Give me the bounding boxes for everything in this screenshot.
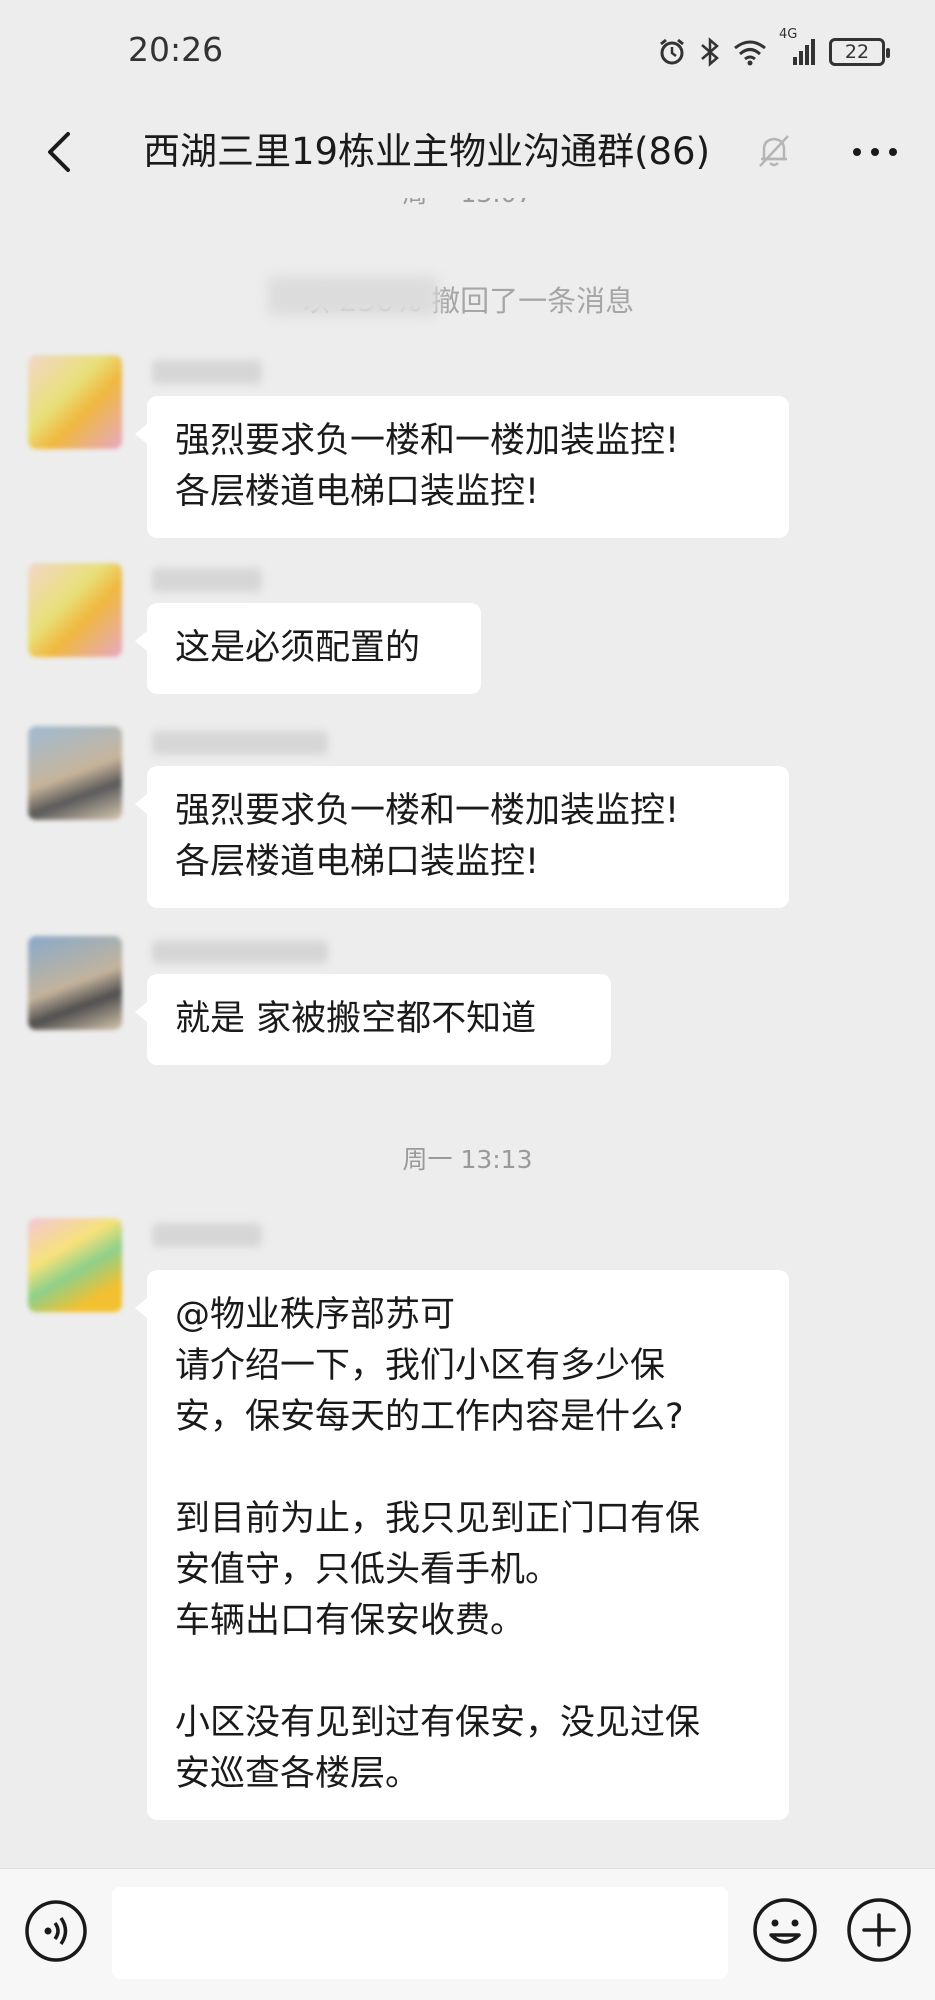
- chat-area[interactable]: 周一 13:07 以 250% 撤回了一条消息 强烈要求负一楼和一楼加装监控! …: [0, 198, 935, 1868]
- title-bar: 西湖三里19栋业主物业沟通群(86): [0, 108, 935, 198]
- voice-button[interactable]: [24, 1899, 88, 1963]
- sender-name: [152, 731, 328, 755]
- sender-name: [152, 360, 262, 384]
- wifi-icon: [733, 38, 767, 66]
- message-bubble[interactable]: @物业秩序部苏可 请介绍一下，我们小区有多少保 安，保安每天的工作内容是什么? …: [135, 1270, 789, 1820]
- bell-off-icon: [756, 132, 792, 174]
- network-label: 4G: [779, 27, 798, 42]
- sender-name: [152, 940, 328, 964]
- message-bubble[interactable]: 就是 家被搬空都不知道: [135, 974, 611, 1065]
- avatar[interactable]: [28, 936, 122, 1030]
- input-bar: [0, 1868, 935, 2000]
- redacted-name: [268, 276, 438, 316]
- status-icons: 4G 22: [657, 27, 890, 68]
- avatar[interactable]: [28, 1218, 122, 1312]
- chevron-left-icon: [48, 132, 70, 172]
- alarm-icon: [657, 37, 687, 67]
- sender-name: [152, 1223, 262, 1247]
- battery-indicator: 22: [829, 38, 890, 66]
- bluetooth-icon: [699, 36, 721, 68]
- message-input[interactable]: [112, 1887, 728, 1979]
- timestamp: 周一 13:13: [402, 1145, 533, 1174]
- system-message-recalled: 以 250% 撤回了一条消息: [300, 284, 635, 318]
- avatar[interactable]: [28, 355, 122, 449]
- status-bar: 20:26 4G 22: [0, 0, 935, 108]
- message-bubble[interactable]: 强烈要求负一楼和一楼加装监控! 各层楼道电梯口装监控!: [135, 766, 789, 908]
- emoji-button[interactable]: [752, 1897, 818, 1963]
- signal-icon: 4G: [779, 27, 817, 67]
- chat-title: 西湖三里19栋业主物业沟通群(86): [143, 130, 711, 173]
- timestamp: 周一 13:07: [0, 198, 935, 210]
- sender-name: [152, 568, 262, 592]
- message-bubble[interactable]: 这是必须配置的: [135, 603, 481, 694]
- plus-button[interactable]: [846, 1897, 912, 1963]
- voice-icon: [25, 1900, 87, 1962]
- message-bubble[interactable]: 强烈要求负一楼和一楼加装监控! 各层楼道电梯口装监控!: [135, 396, 789, 538]
- ellipsis-icon: [853, 148, 897, 156]
- emoji-icon: [753, 1898, 817, 1962]
- avatar[interactable]: [28, 726, 122, 820]
- plus-icon: [847, 1898, 911, 1962]
- status-time: 20:26: [128, 30, 224, 69]
- avatar[interactable]: [28, 563, 122, 657]
- more-button[interactable]: [845, 124, 905, 180]
- back-button[interactable]: [30, 124, 86, 180]
